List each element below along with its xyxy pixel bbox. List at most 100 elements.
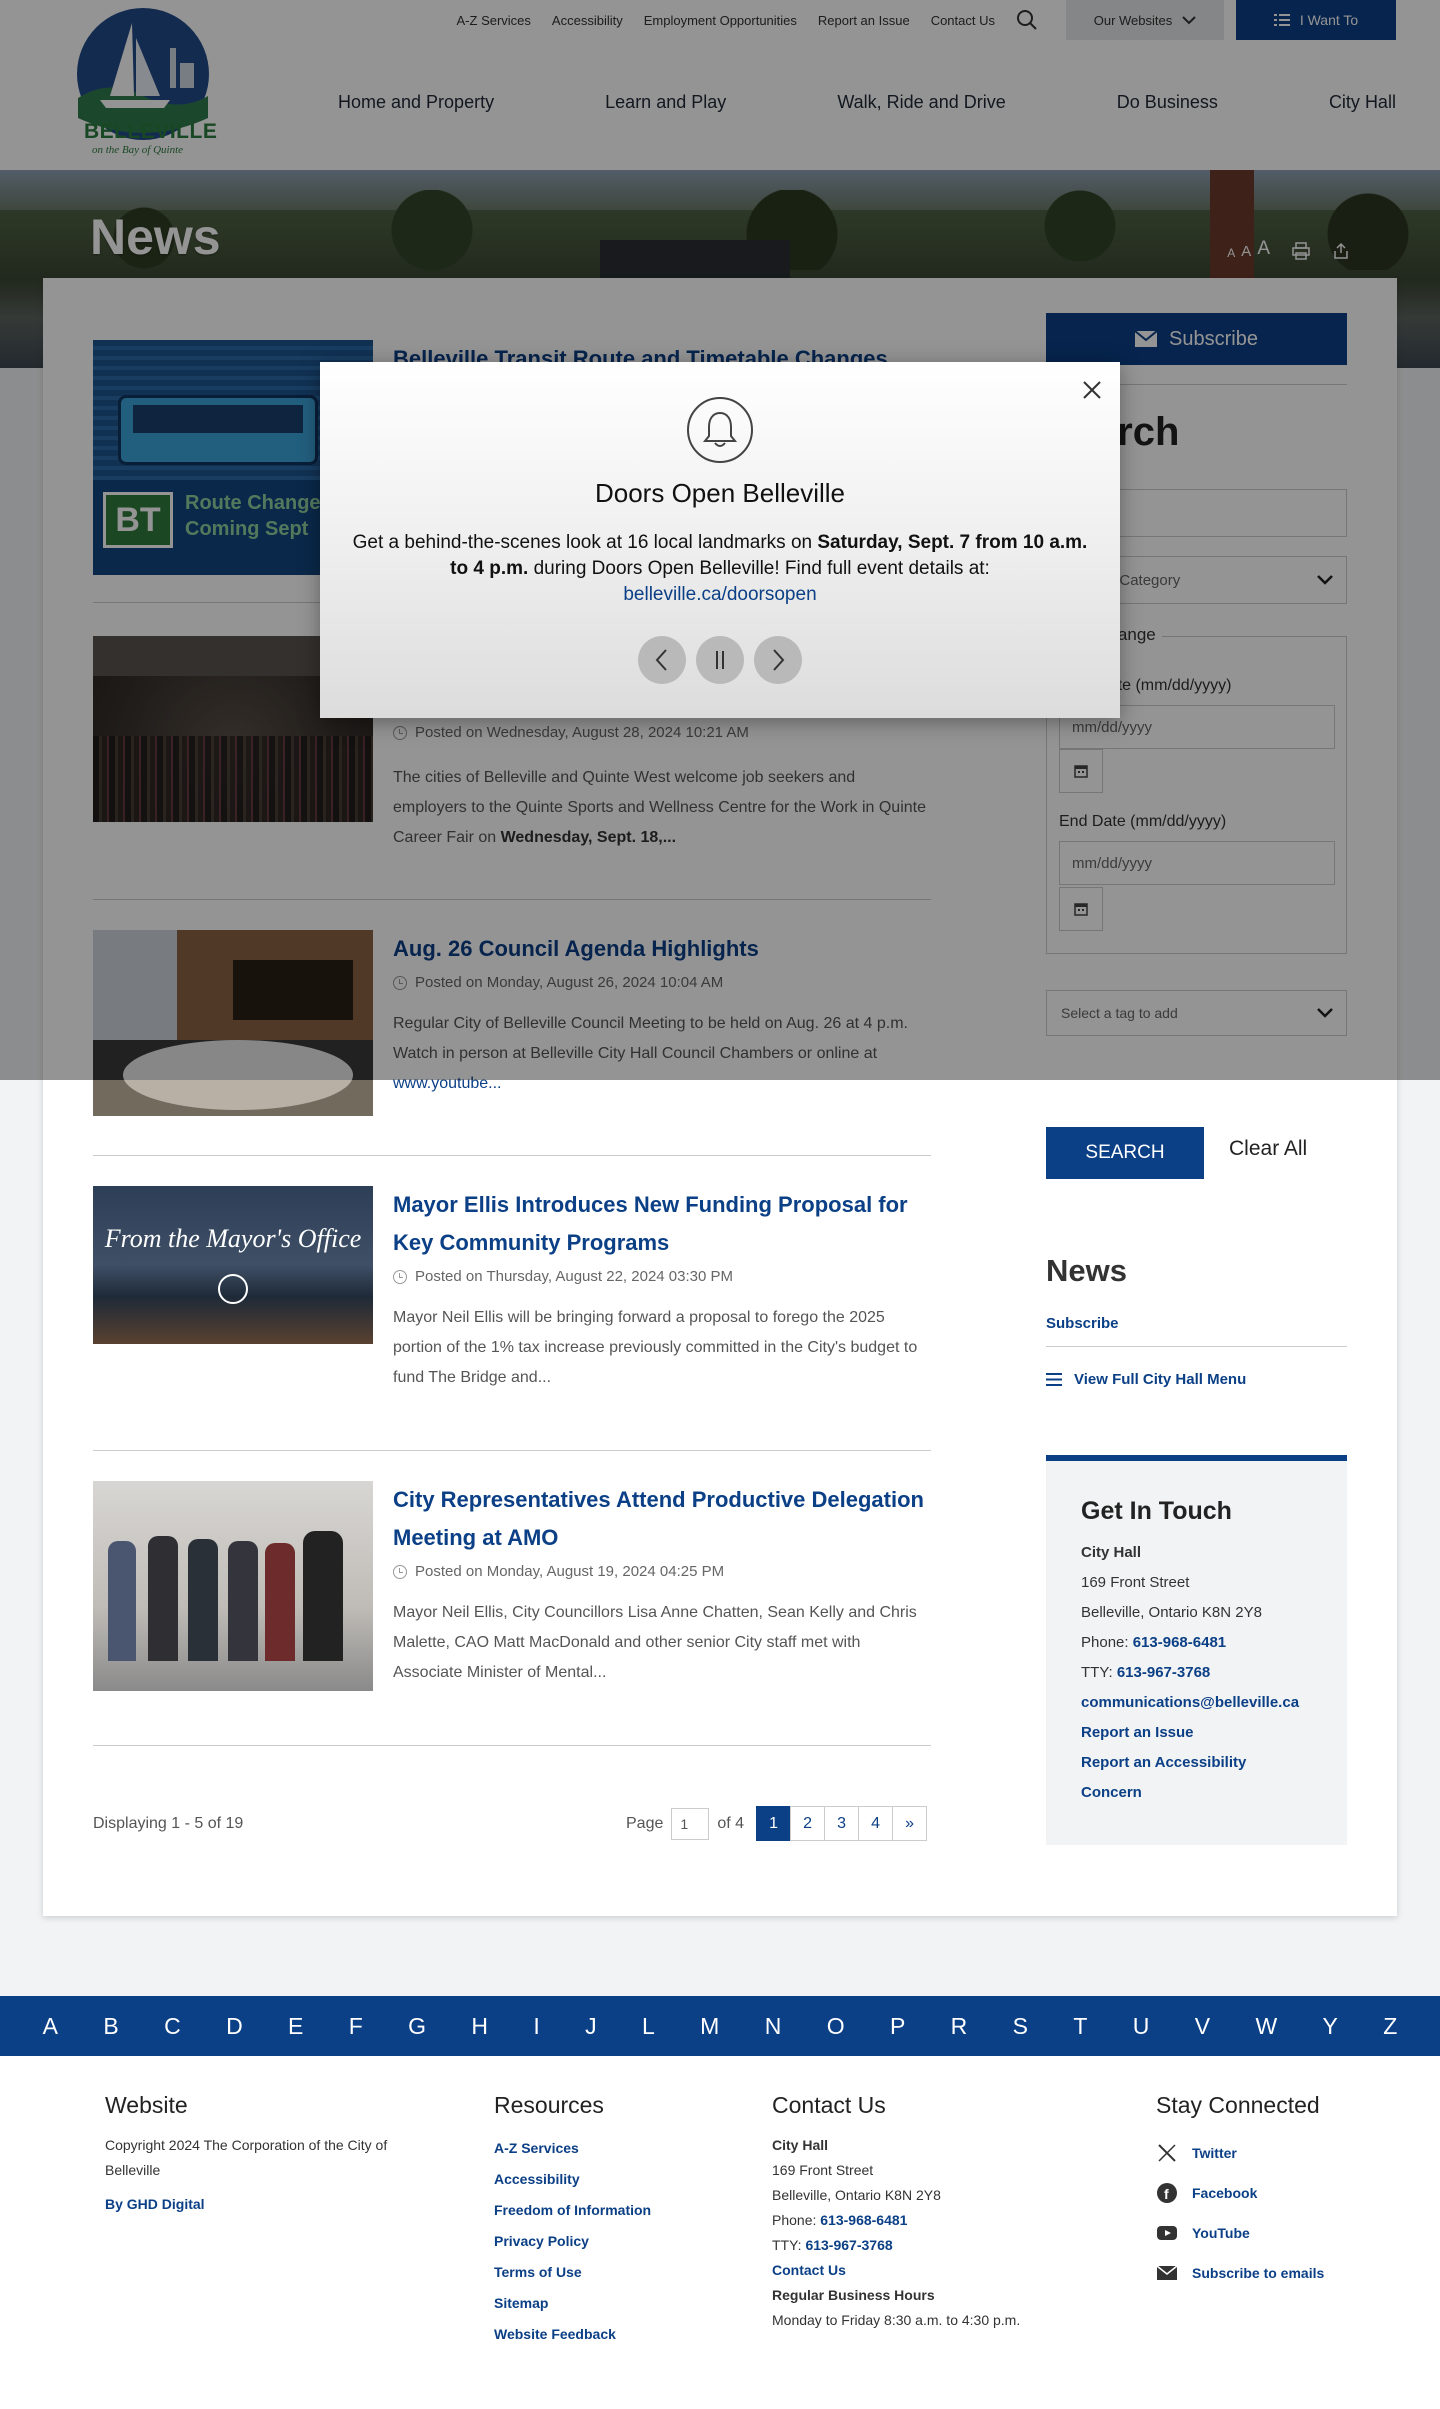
az-letter-g[interactable]: G: [408, 2013, 426, 2040]
az-letter-n[interactable]: N: [765, 2013, 782, 2040]
phone-link[interactable]: 613-968-6481: [1133, 1634, 1226, 1651]
contact-phone: Phone: 613-968-6481: [1081, 1634, 1227, 1651]
clock-icon: [393, 1564, 407, 1579]
ghd-digital-link[interactable]: By GHD Digital: [105, 2189, 395, 2220]
footer-link-feedback[interactable]: Website Feedback: [494, 2319, 651, 2350]
footer-link-foi[interactable]: Freedom of Information: [494, 2195, 651, 2226]
previous-button[interactable]: [638, 636, 686, 684]
az-letter-r[interactable]: R: [951, 2013, 968, 2040]
page-2-button[interactable]: 2: [790, 1806, 826, 1841]
article-title[interactable]: City Representatives Attend Productive D…: [393, 1481, 931, 1557]
footer-link-az-services[interactable]: A-Z Services: [494, 2133, 651, 2164]
az-letter-v[interactable]: V: [1195, 2013, 1210, 2040]
footer-tty-link[interactable]: 613-967-3768: [805, 2237, 892, 2253]
az-letter-y[interactable]: Y: [1323, 2013, 1338, 2040]
footer-contact-street: 169 Front Street: [772, 2162, 874, 2178]
az-letter-m[interactable]: M: [700, 2013, 719, 2040]
az-letter-i[interactable]: I: [533, 2013, 539, 2040]
az-letter-j[interactable]: J: [585, 2013, 597, 2040]
az-letter-b[interactable]: B: [103, 2013, 118, 2040]
az-letter-o[interactable]: O: [827, 2013, 845, 2040]
az-letter-p[interactable]: P: [890, 2013, 905, 2040]
footer-contact-us-link[interactable]: Contact Us: [772, 2262, 846, 2278]
search-button[interactable]: SEARCH: [1046, 1127, 1204, 1179]
article-excerpt: Mayor Neil Ellis will be bringing forwar…: [393, 1309, 918, 1386]
footer-resources-heading: Resources: [494, 2092, 604, 2118]
email-link[interactable]: communications@belleville.ca: [1081, 1694, 1299, 1711]
page-label: Page: [626, 1814, 664, 1832]
site-footer: Website Copyright 2024 The Corporation o…: [0, 2056, 1440, 2409]
footer-contact-heading: Contact Us: [772, 2092, 886, 2118]
page-number-input[interactable]: 1: [671, 1807, 710, 1840]
divider: [93, 1155, 931, 1156]
az-letter-e[interactable]: E: [288, 2013, 303, 2040]
tty-link[interactable]: 613-967-3768: [1117, 1664, 1210, 1681]
twitter-link[interactable]: Twitter: [1156, 2133, 1324, 2173]
next-button[interactable]: [754, 636, 802, 684]
facebook-icon: f: [1157, 2183, 1177, 2203]
get-in-touch-heading: Get In Touch: [1081, 1497, 1232, 1525]
footer-link-accessibility[interactable]: Accessibility: [494, 2164, 651, 2195]
report-accessibility-link[interactable]: Report an Accessibility Concern: [1081, 1754, 1246, 1801]
news-subscribe-link[interactable]: Subscribe: [1046, 1315, 1119, 1332]
thumbnail-text: From the Mayor's Office: [104, 1224, 362, 1253]
modal-carousel-controls: [320, 636, 1120, 684]
page-4-button[interactable]: 4: [858, 1806, 894, 1841]
business-hours: Monday to Friday 8:30 a.m. to 4:30 p.m.: [772, 2312, 1021, 2328]
svg-text:f: f: [1164, 2186, 1169, 2202]
close-icon[interactable]: [1080, 378, 1104, 402]
footer-link-privacy[interactable]: Privacy Policy: [494, 2226, 651, 2257]
footer-contact-name: City Hall: [772, 2137, 829, 2153]
pause-icon: [716, 651, 724, 669]
az-index-bar: ABCDEFGHIJLMNOPRSTUVWYZ: [0, 1996, 1440, 2056]
footer-link-terms[interactable]: Terms of Use: [494, 2257, 651, 2288]
az-letter-a[interactable]: A: [43, 2013, 58, 2040]
news-section-heading: News: [1046, 1253, 1127, 1288]
article-thumbnail[interactable]: [93, 1481, 373, 1691]
business-hours-heading: Regular Business Hours: [772, 2287, 935, 2303]
doors-open-link[interactable]: belleville.ca/doorsopen: [623, 584, 816, 605]
az-letter-h[interactable]: H: [471, 2013, 488, 2040]
contact-name: City Hall: [1081, 1544, 1142, 1561]
article-title[interactable]: Mayor Ellis Introduces New Funding Propo…: [393, 1186, 931, 1262]
az-letter-s[interactable]: S: [1013, 2013, 1028, 2040]
page-3-button[interactable]: 3: [824, 1806, 860, 1841]
view-city-hall-menu-link[interactable]: View Full City Hall Menu: [1046, 1371, 1246, 1388]
x-twitter-icon: [1158, 2144, 1176, 2162]
subscribe-emails-link[interactable]: Subscribe to emails: [1156, 2253, 1324, 2293]
az-letter-f[interactable]: F: [349, 2013, 363, 2040]
az-letter-u[interactable]: U: [1133, 2013, 1150, 2040]
page-1-button[interactable]: 1: [756, 1806, 792, 1841]
contact-tty: TTY: 613-967-3768: [1081, 1664, 1211, 1681]
contact-street: 169 Front Street: [1081, 1574, 1190, 1591]
az-letter-t[interactable]: T: [1073, 2013, 1087, 2040]
copyright-text: Copyright 2024 The Corporation of the Ci…: [105, 2137, 388, 2178]
pause-button[interactable]: [696, 636, 744, 684]
clear-all-button[interactable]: Clear All: [1229, 1137, 1307, 1161]
facebook-link[interactable]: f Facebook: [1156, 2173, 1324, 2213]
alert-modal: Doors Open Belleville Get a behind-the-s…: [320, 362, 1120, 718]
az-letter-z[interactable]: Z: [1383, 2013, 1397, 2040]
az-letter-d[interactable]: D: [226, 2013, 243, 2040]
footer-phone-link[interactable]: 613-968-6481: [820, 2212, 907, 2228]
results-count: Displaying 1 - 5 of 19: [93, 1815, 244, 1832]
footer-contact-tty: TTY: 613-967-3768: [772, 2237, 893, 2253]
article-date: Posted on Thursday, August 22, 2024 03:3…: [393, 1268, 931, 1285]
divider: [93, 1450, 931, 1451]
modal-message: Get a behind-the-scenes look at 16 local…: [352, 532, 1088, 605]
contact-city: Belleville, Ontario K8N 2Y8: [1081, 1604, 1262, 1621]
next-page-button[interactable]: »: [892, 1806, 928, 1841]
news-item: City Representatives Attend Productive D…: [93, 1481, 931, 1691]
envelope-icon: [1156, 2265, 1178, 2280]
az-letter-w[interactable]: W: [1255, 2013, 1277, 2040]
az-letter-c[interactable]: C: [164, 2013, 181, 2040]
footer-link-sitemap[interactable]: Sitemap: [494, 2288, 651, 2319]
youtube-link[interactable]: YouTube: [1156, 2213, 1324, 2253]
page-of-label: of 4: [717, 1814, 745, 1832]
footer-website: Website Copyright 2024 The Corporation o…: [105, 2092, 395, 2220]
youtube-icon: [1157, 2226, 1177, 2240]
report-issue-link[interactable]: Report an Issue: [1081, 1724, 1194, 1741]
article-thumbnail[interactable]: From the Mayor's Office: [93, 1186, 373, 1344]
footer-social: Stay Connected Twitter f Facebook YouTub…: [1156, 2092, 1324, 2293]
az-letter-l[interactable]: L: [642, 2013, 655, 2040]
